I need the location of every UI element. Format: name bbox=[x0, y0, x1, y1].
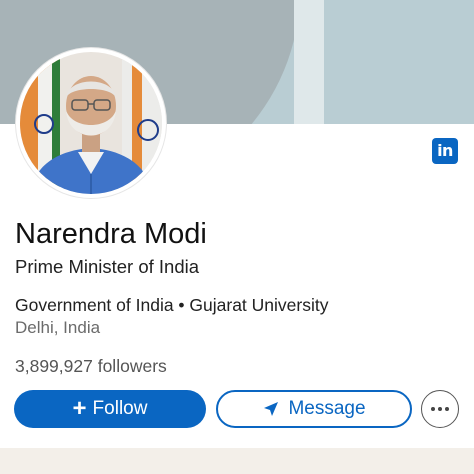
linkedin-logo-text: in bbox=[437, 141, 453, 160]
more-options-button[interactable] bbox=[421, 390, 459, 428]
ellipsis-icon bbox=[431, 407, 449, 411]
card-divider bbox=[0, 448, 474, 474]
message-button[interactable]: Message bbox=[216, 390, 412, 428]
profile-card: in Narendra Modi Prime Minister of India… bbox=[0, 0, 474, 474]
follow-label: Follow bbox=[92, 398, 148, 419]
avatar-image bbox=[20, 52, 162, 194]
banner-panel bbox=[324, 0, 474, 124]
send-icon bbox=[264, 402, 279, 416]
linkedin-logo-icon: in bbox=[432, 138, 458, 164]
profile-name: Narendra Modi bbox=[15, 218, 207, 250]
plus-icon: + bbox=[72, 395, 87, 422]
profile-organizations: Government of India • Gujarat University bbox=[15, 295, 329, 315]
followers-count[interactable]: 3,899,927 followers bbox=[15, 356, 167, 377]
follow-button[interactable]: + Follow bbox=[14, 390, 206, 428]
avatar[interactable] bbox=[16, 48, 166, 198]
banner-stripe bbox=[294, 0, 324, 124]
message-label: Message bbox=[288, 398, 366, 419]
profile-location: Delhi, India bbox=[15, 318, 101, 337]
profile-headline: Prime Minister of India bbox=[15, 256, 200, 277]
